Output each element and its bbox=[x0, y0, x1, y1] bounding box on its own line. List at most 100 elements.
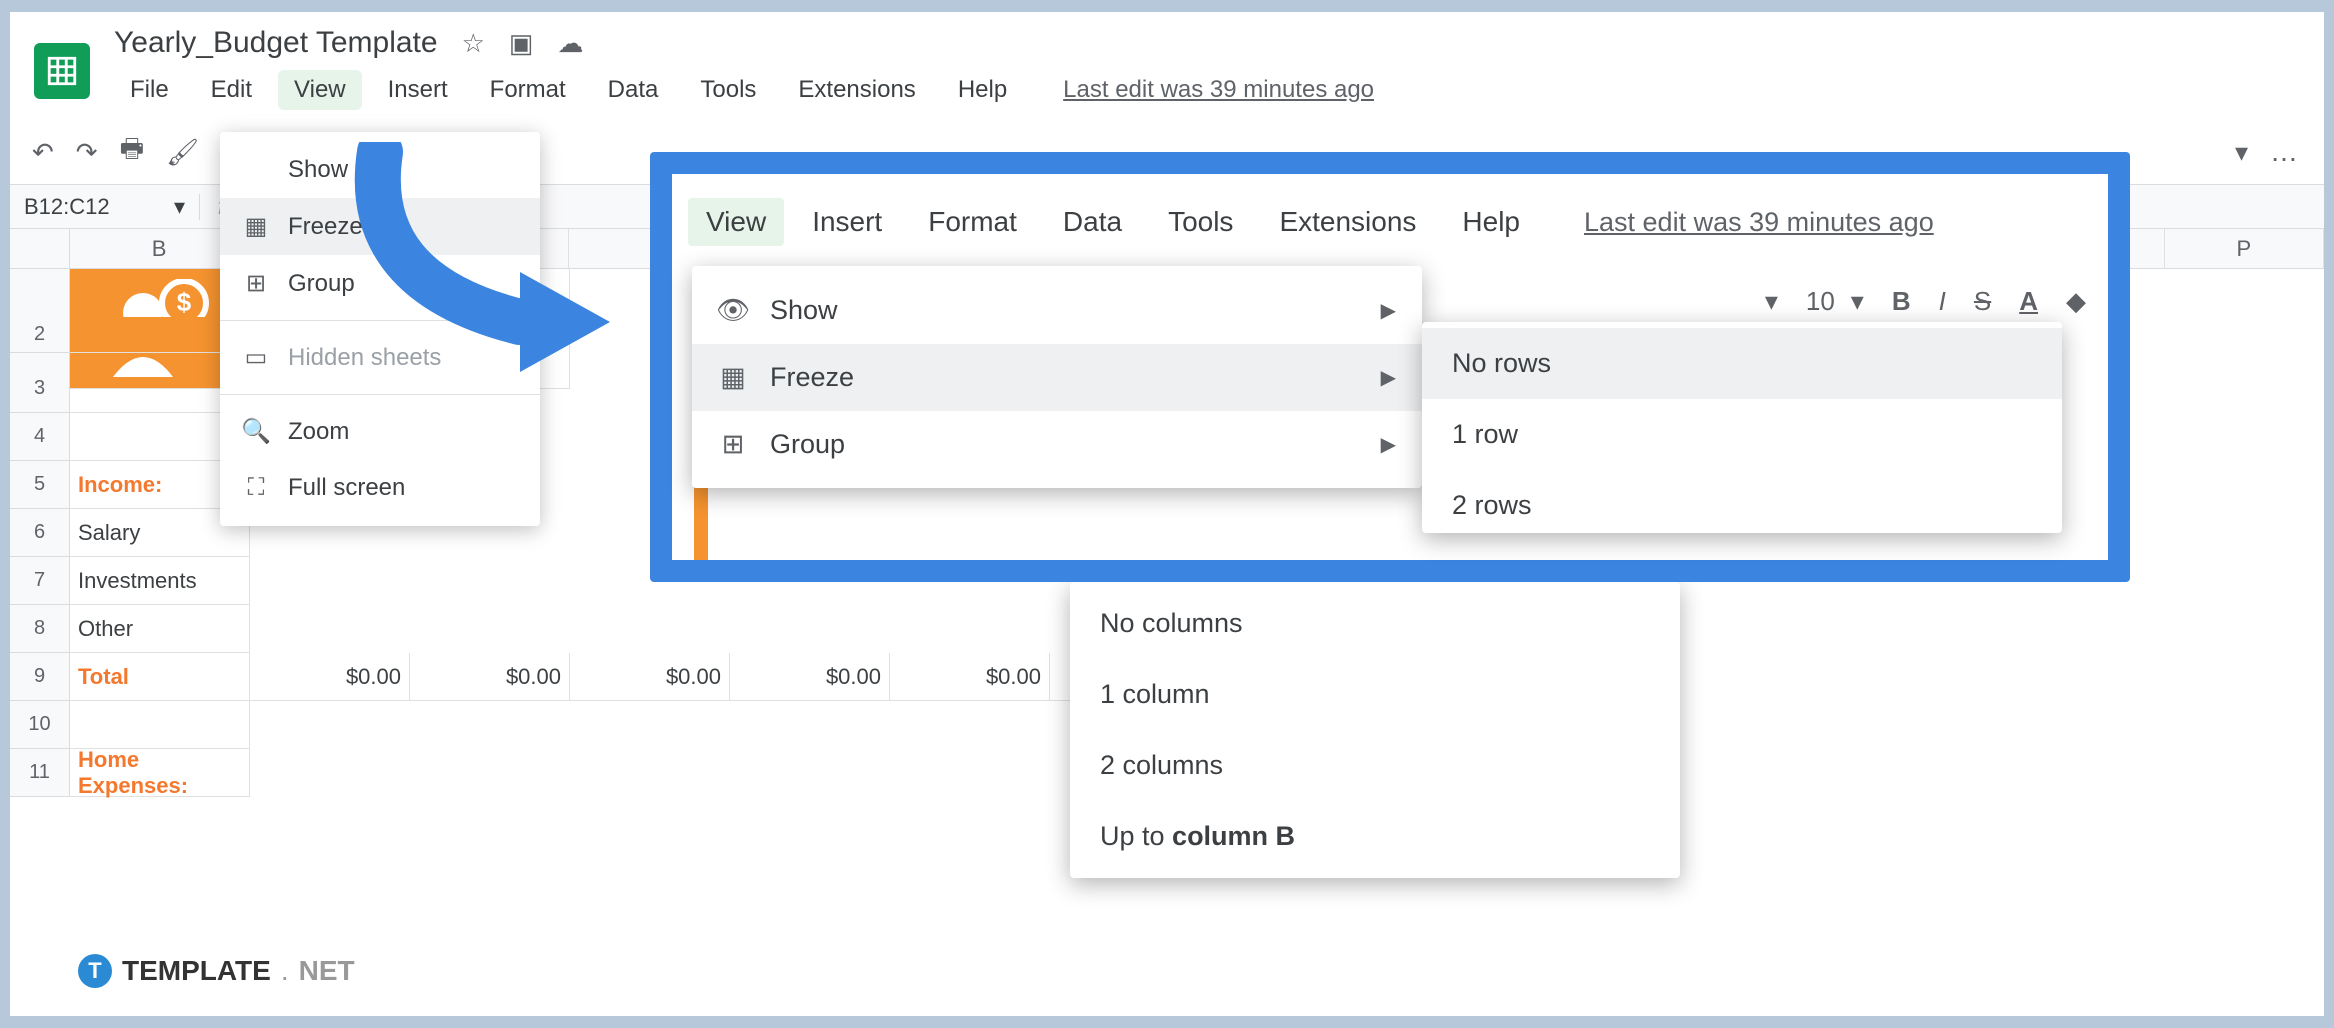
cell[interactable] bbox=[70, 701, 250, 749]
last-edit-link[interactable]: Last edit was 39 minutes ago bbox=[1033, 76, 1374, 104]
callout-menu-extensions[interactable]: Extensions bbox=[1261, 198, 1434, 246]
menu-extensions[interactable]: Extensions bbox=[782, 70, 931, 110]
view-menu-freeze[interactable]: ▦ Freeze bbox=[220, 198, 540, 255]
paint-format-icon[interactable]: 🖌 bbox=[166, 137, 199, 168]
sheets-logo-icon[interactable] bbox=[34, 43, 90, 99]
row-header-11[interactable]: 11 bbox=[10, 749, 70, 797]
cell-total-label[interactable]: Total bbox=[70, 653, 250, 701]
strikethrough-icon[interactable]: S bbox=[1974, 286, 1991, 317]
fill-color-icon[interactable]: ◆ bbox=[2066, 286, 2086, 317]
freeze-1-column[interactable]: 1 column bbox=[1070, 659, 1680, 730]
name-box-value: B12:C12 bbox=[24, 194, 110, 220]
group-icon: ⊞ bbox=[718, 429, 748, 460]
font-size-caret-icon[interactable]: ▾ bbox=[1851, 286, 1864, 317]
callout-menu-format[interactable]: Format bbox=[910, 198, 1035, 246]
font-size-value[interactable]: 10 bbox=[1806, 286, 1835, 317]
menu-tools[interactable]: Tools bbox=[684, 70, 772, 110]
view-menu-zoom[interactable]: 🔍 Zoom bbox=[220, 403, 540, 460]
row-header-7[interactable]: 7 bbox=[10, 557, 70, 605]
name-box-dropdown-icon[interactable]: ▾ bbox=[174, 194, 185, 220]
row-header-4[interactable]: 4 bbox=[10, 413, 70, 461]
freeze-columns-submenu: No columns 1 column 2 columns Up to colu… bbox=[1070, 582, 1680, 878]
menu-help[interactable]: Help bbox=[942, 70, 1023, 110]
cell-total[interactable]: $0.00 bbox=[410, 653, 570, 701]
fullscreen-icon: ⛶ bbox=[242, 474, 270, 502]
hidden-icon: ▭ bbox=[242, 343, 270, 372]
row-header-8[interactable]: 8 bbox=[10, 605, 70, 653]
print-icon[interactable]: 🖶 bbox=[120, 130, 145, 174]
cell-total[interactable]: $0.00 bbox=[570, 653, 730, 701]
row-header-2[interactable]: 2 bbox=[10, 317, 70, 353]
callout-view-show[interactable]: 👁Show ▶ bbox=[692, 276, 1422, 344]
submenu-arrow-icon: ▶ bbox=[1381, 432, 1396, 457]
callout-menu-data[interactable]: Data bbox=[1045, 198, 1140, 246]
row-header-5[interactable]: 5 bbox=[10, 461, 70, 509]
freeze-1-row[interactable]: 1 row bbox=[1422, 399, 2062, 470]
view-menu-show[interactable]: Show bbox=[220, 142, 540, 198]
undo-icon[interactable]: ↶ bbox=[32, 137, 54, 168]
menu-data[interactable]: Data bbox=[592, 70, 675, 110]
view-menu-hidden-sheets: ▭ Hidden sheets bbox=[220, 329, 540, 386]
view-menu-show-label: Show bbox=[288, 156, 348, 184]
submenu-arrow-icon: ▶ bbox=[1381, 365, 1396, 390]
dropdown-caret-icon[interactable]: ▾ bbox=[1765, 286, 1778, 317]
bold-icon[interactable]: B bbox=[1892, 286, 1911, 317]
menu-view[interactable]: View bbox=[278, 70, 362, 110]
italic-icon[interactable]: I bbox=[1939, 286, 1946, 317]
move-folder-icon[interactable]: ▣ bbox=[509, 28, 534, 59]
svg-text:$: $ bbox=[177, 287, 192, 317]
cell-other[interactable]: Other bbox=[70, 605, 250, 653]
row-header-6[interactable]: 6 bbox=[10, 509, 70, 557]
view-menu-fullscreen-label: Full screen bbox=[288, 474, 405, 502]
name-box[interactable]: B12:C12 ▾ bbox=[10, 194, 200, 220]
toolbar-more-icon[interactable]: … bbox=[2270, 136, 2302, 168]
filter-icon[interactable]: ▾ bbox=[2235, 137, 2248, 168]
view-menu-fullscreen[interactable]: ⛶ Full screen bbox=[220, 460, 540, 516]
view-menu-group-label: Group bbox=[288, 270, 355, 298]
cell-total[interactable]: $0.00 bbox=[890, 653, 1050, 701]
callout-last-edit[interactable]: Last edit was 39 minutes ago bbox=[1548, 207, 1934, 238]
freeze-upto-column-b[interactable]: Up to column B bbox=[1070, 801, 1680, 872]
menu-separator bbox=[220, 394, 540, 395]
callout-menu-help[interactable]: Help bbox=[1444, 198, 1538, 246]
view-menu-zoom-label: Zoom bbox=[288, 418, 349, 446]
freeze-no-rows[interactable]: No rows bbox=[1422, 328, 2062, 399]
eye-icon: 👁 bbox=[718, 294, 748, 326]
select-all-corner[interactable] bbox=[10, 229, 70, 269]
watermark: T TEMPLATE.NET bbox=[78, 954, 355, 988]
view-menu-hidden-label: Hidden sheets bbox=[288, 344, 441, 372]
cell-home-expenses[interactable]: Home Expenses: bbox=[70, 749, 250, 797]
col-header-p[interactable]: P bbox=[2165, 229, 2325, 269]
menu-format[interactable]: Format bbox=[474, 70, 582, 110]
cloud-status-icon[interactable]: ☁ bbox=[557, 28, 583, 59]
menu-edit[interactable]: Edit bbox=[195, 70, 268, 110]
cell-total[interactable]: $0.00 bbox=[730, 653, 890, 701]
menu-insert[interactable]: Insert bbox=[372, 70, 464, 110]
row-header-3[interactable]: 3 bbox=[10, 365, 70, 413]
view-menu-freeze-label: Freeze bbox=[288, 213, 363, 241]
cell-total[interactable]: $0.00 bbox=[250, 653, 410, 701]
redo-icon[interactable]: ↷ bbox=[76, 137, 98, 168]
freeze-icon: ▦ bbox=[242, 212, 270, 241]
callout-menu-insert[interactable]: Insert bbox=[794, 198, 900, 246]
row-header-9[interactable]: 9 bbox=[10, 653, 70, 701]
callout-group-label: Group bbox=[770, 429, 845, 460]
zoom-icon: 🔍 bbox=[242, 417, 270, 446]
view-menu-group[interactable]: ⊞Group bbox=[220, 255, 540, 312]
row-header-10[interactable]: 10 bbox=[10, 701, 70, 749]
callout-menubar: View Insert Format Data Tools Extensions… bbox=[672, 174, 2108, 270]
cell-investments[interactable]: Investments bbox=[70, 557, 250, 605]
freeze-2-rows[interactable]: 2 rows bbox=[1422, 470, 2062, 527]
callout-menu-tools[interactable]: Tools bbox=[1150, 198, 1251, 246]
upto-column-bold: column B bbox=[1172, 821, 1295, 851]
freeze-no-columns[interactable]: No columns bbox=[1070, 588, 1680, 659]
star-icon[interactable]: ☆ bbox=[462, 28, 485, 59]
callout-view-freeze[interactable]: ▦Freeze ▶ bbox=[692, 344, 1422, 411]
callout-view-group[interactable]: ⊞ Group ▶ bbox=[692, 411, 1422, 478]
menu-file[interactable]: File bbox=[114, 70, 185, 110]
callout-toolbar: ▾ 10 ▾ B I S A ◆ bbox=[1765, 286, 2086, 317]
callout-menu-view[interactable]: View bbox=[688, 198, 784, 246]
document-title[interactable]: Yearly_Budget Template bbox=[114, 26, 438, 60]
freeze-2-columns[interactable]: 2 columns bbox=[1070, 730, 1680, 801]
text-color-icon[interactable]: A bbox=[2019, 286, 2038, 317]
